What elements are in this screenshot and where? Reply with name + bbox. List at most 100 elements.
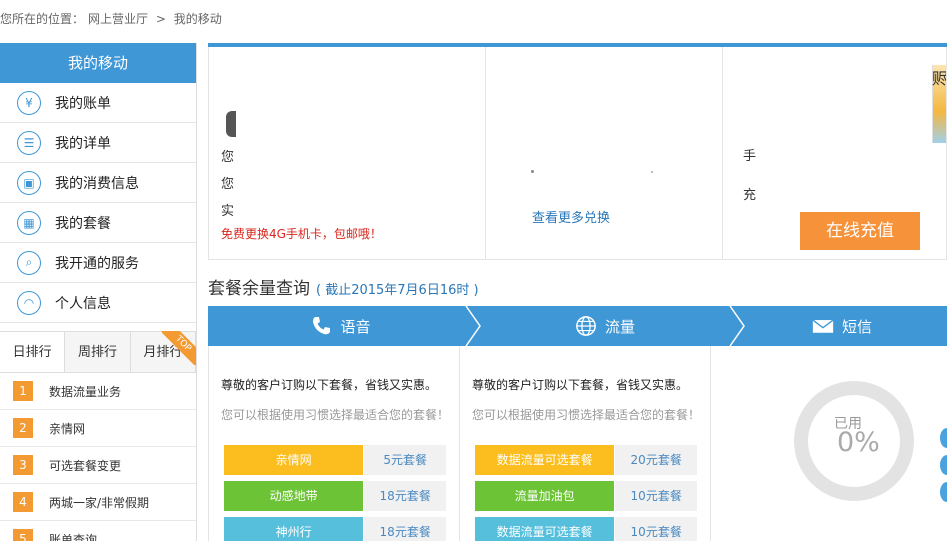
usage-value: 0% bbox=[837, 427, 880, 458]
section-title-text: 套餐余量查询 bbox=[208, 279, 310, 299]
sidebar-item-label: 我开通的服务 bbox=[55, 255, 139, 272]
tab-sms[interactable]: 短信 bbox=[737, 306, 947, 346]
tab-voice-label: 语音 bbox=[340, 317, 371, 336]
recharge-panel: 赆 手 充 在线充值 bbox=[723, 47, 947, 260]
package-price: 20元套餐 bbox=[615, 445, 697, 475]
package-balance-title: 套餐余量查询 ( 截止2015年7月6日16时 ) bbox=[208, 274, 479, 299]
sidebar-item-label: 我的详单 bbox=[55, 135, 111, 152]
rank-label: 亲情网 bbox=[49, 421, 86, 436]
top-badge: TOP bbox=[162, 331, 196, 365]
book-icon: ▣ bbox=[17, 170, 41, 195]
section-date: ( 截止2015年7月6日16时 ) bbox=[316, 283, 479, 298]
recharge-line: 充 bbox=[743, 188, 757, 203]
sidebar-item-label: 我的套餐 bbox=[55, 215, 111, 232]
breadcrumb-home-link[interactable]: 网上营业厅 bbox=[88, 12, 148, 26]
sidebar-item-bill[interactable]: ¥ 我的账单 bbox=[0, 83, 196, 123]
search-icon: ⌕ bbox=[17, 250, 41, 275]
decorative-dot bbox=[651, 171, 653, 173]
breadcrumb-current: 我的移动 bbox=[173, 12, 222, 26]
rank-label: 数据流量业务 bbox=[49, 384, 122, 399]
package-row[interactable]: 数据流量可选套餐 20元套餐 bbox=[475, 445, 697, 475]
rank-label: 可选套餐变更 bbox=[49, 458, 122, 473]
package-name: 亲情网 bbox=[224, 445, 364, 475]
list-icon: ☰ bbox=[17, 130, 41, 155]
package-hint: 您可以根据使用习惯选择最适合您的套餐！ bbox=[472, 408, 701, 422]
promo-thumbnail-text: 赆 bbox=[932, 69, 946, 88]
tab-data[interactable]: 流量 bbox=[473, 306, 737, 346]
tab-weekly-ranking[interactable]: 周排行 bbox=[65, 331, 131, 372]
breadcrumb: 您所在的位置： 网上营业厅 > 我的移动 bbox=[0, 10, 226, 27]
ranking-item[interactable]: 2 亲情网 bbox=[0, 410, 196, 447]
sidebar-item-label: 个人信息 bbox=[55, 295, 111, 312]
rank-number: 1 bbox=[13, 381, 33, 401]
sidebar-title: 我的移动 bbox=[0, 43, 196, 83]
rank-number: 2 bbox=[13, 418, 33, 438]
package-intro: 尊敬的客户订购以下套餐，省钱又实惠。 bbox=[472, 378, 689, 392]
package-price: 10元套餐 bbox=[615, 517, 697, 541]
globe-icon bbox=[575, 315, 597, 337]
legend-dot bbox=[940, 428, 947, 448]
legend-dot bbox=[940, 482, 947, 502]
tab-voice[interactable]: 语音 bbox=[208, 306, 473, 346]
package-row[interactable]: 神州行 18元套餐 bbox=[224, 517, 446, 541]
sidebar: 我的移动 ¥ 我的账单 ☰ 我的详单 ▣ 我的消费信息 ▦ 我的套餐 ⌕ 我开通… bbox=[0, 43, 197, 541]
decorative-dot bbox=[531, 170, 534, 173]
package-intro: 尊敬的客户订购以下套餐，省钱又实惠。 bbox=[221, 378, 438, 392]
phone-icon bbox=[310, 315, 332, 337]
package-row[interactable]: 流量加油包 10元套餐 bbox=[475, 481, 697, 511]
package-price: 18元套餐 bbox=[364, 517, 446, 541]
sidebar-item-profile[interactable]: ◠ 个人信息 bbox=[0, 283, 196, 323]
package-price: 18元套餐 bbox=[364, 481, 446, 511]
tab-daily-ranking[interactable]: 日排行 bbox=[0, 331, 66, 372]
package-icon: ▦ bbox=[17, 210, 41, 235]
top-badge-label: TOP bbox=[162, 331, 196, 365]
account-line: 您 bbox=[221, 177, 235, 192]
package-price: 10元套餐 bbox=[615, 481, 697, 511]
sidebar-item-label: 我的账单 bbox=[55, 95, 111, 112]
envelope-icon bbox=[812, 315, 834, 337]
package-row[interactable]: 亲情网 5元套餐 bbox=[224, 445, 446, 475]
package-hint: 您可以根据使用习惯选择最适合您的套餐！ bbox=[221, 408, 450, 422]
package-name: 流量加油包 bbox=[475, 481, 615, 511]
sidebar-item-services[interactable]: ⌕ 我开通的服务 bbox=[0, 243, 196, 283]
online-recharge-button[interactable]: 在线充值 bbox=[800, 212, 920, 250]
package-name: 数据流量可选套餐 bbox=[475, 517, 615, 541]
package-row[interactable]: 动感地带 18元套餐 bbox=[224, 481, 446, 511]
rank-label: 两城一家/非常假期 bbox=[49, 495, 150, 510]
sidebar-item-consumption[interactable]: ▣ 我的消费信息 bbox=[0, 163, 196, 203]
sidebar-item-label: 我的消费信息 bbox=[55, 175, 139, 192]
ranking-item[interactable]: 5 账单查询 bbox=[0, 521, 196, 541]
ranking-item[interactable]: 1 数据流量业务 bbox=[0, 373, 196, 410]
rank-number: 3 bbox=[13, 455, 33, 475]
package-price: 5元套餐 bbox=[364, 445, 446, 475]
more-exchange-link[interactable]: 查看更多兑换 bbox=[532, 207, 610, 226]
ranking-item[interactable]: 3 可选套餐变更 bbox=[0, 447, 196, 484]
free-4g-card-promo-link[interactable]: 免费更换4G手机卡，包邮哦！ bbox=[221, 225, 382, 242]
user-icon: ◠ bbox=[17, 290, 41, 315]
account-line: 实 bbox=[221, 204, 235, 219]
package-name: 数据流量可选套餐 bbox=[475, 445, 615, 475]
yen-icon: ¥ bbox=[17, 90, 41, 115]
legend-dot bbox=[940, 455, 947, 475]
ranking-item[interactable]: 4 两城一家/非常假期 bbox=[0, 484, 196, 521]
package-row[interactable]: 数据流量可选套餐 10元套餐 bbox=[475, 517, 697, 541]
voice-package-column: 尊敬的客户订购以下套餐，省钱又实惠。 您可以根据使用习惯选择最适合您的套餐！ 亲… bbox=[208, 346, 460, 541]
tab-sms-label: 短信 bbox=[841, 317, 872, 336]
rank-number: 5 bbox=[13, 529, 33, 541]
package-name: 神州行 bbox=[224, 517, 364, 541]
sidebar-item-details[interactable]: ☰ 我的详单 bbox=[0, 123, 196, 163]
tab-data-label: 流量 bbox=[604, 317, 635, 336]
points-panel: 查看更多兑换 bbox=[486, 47, 723, 260]
page: 您所在的位置： 网上营业厅 > 我的移动 我的移动 ¥ 我的账单 ☰ 我的详单 ▣… bbox=[0, 0, 947, 541]
ranking-tabs: 日排行 周排行 月排行 TOP bbox=[0, 331, 196, 373]
rank-label: 账单查询 bbox=[49, 532, 98, 541]
account-panel: 您 您 实 免费更换4G手机卡，包邮哦！ bbox=[208, 47, 486, 260]
avatar bbox=[226, 111, 236, 137]
account-line: 您 bbox=[221, 150, 235, 165]
rank-number: 4 bbox=[13, 492, 33, 512]
sidebar-item-package[interactable]: ▦ 我的套餐 bbox=[0, 203, 196, 243]
usage-tabbar: 语音 流量 短信 bbox=[208, 306, 947, 346]
data-package-column: 尊敬的客户订购以下套餐，省钱又实惠。 您可以根据使用习惯选择最适合您的套餐！ 数… bbox=[460, 346, 711, 541]
package-name: 动感地带 bbox=[224, 481, 364, 511]
breadcrumb-prefix: 您所在的位置： bbox=[0, 12, 85, 26]
